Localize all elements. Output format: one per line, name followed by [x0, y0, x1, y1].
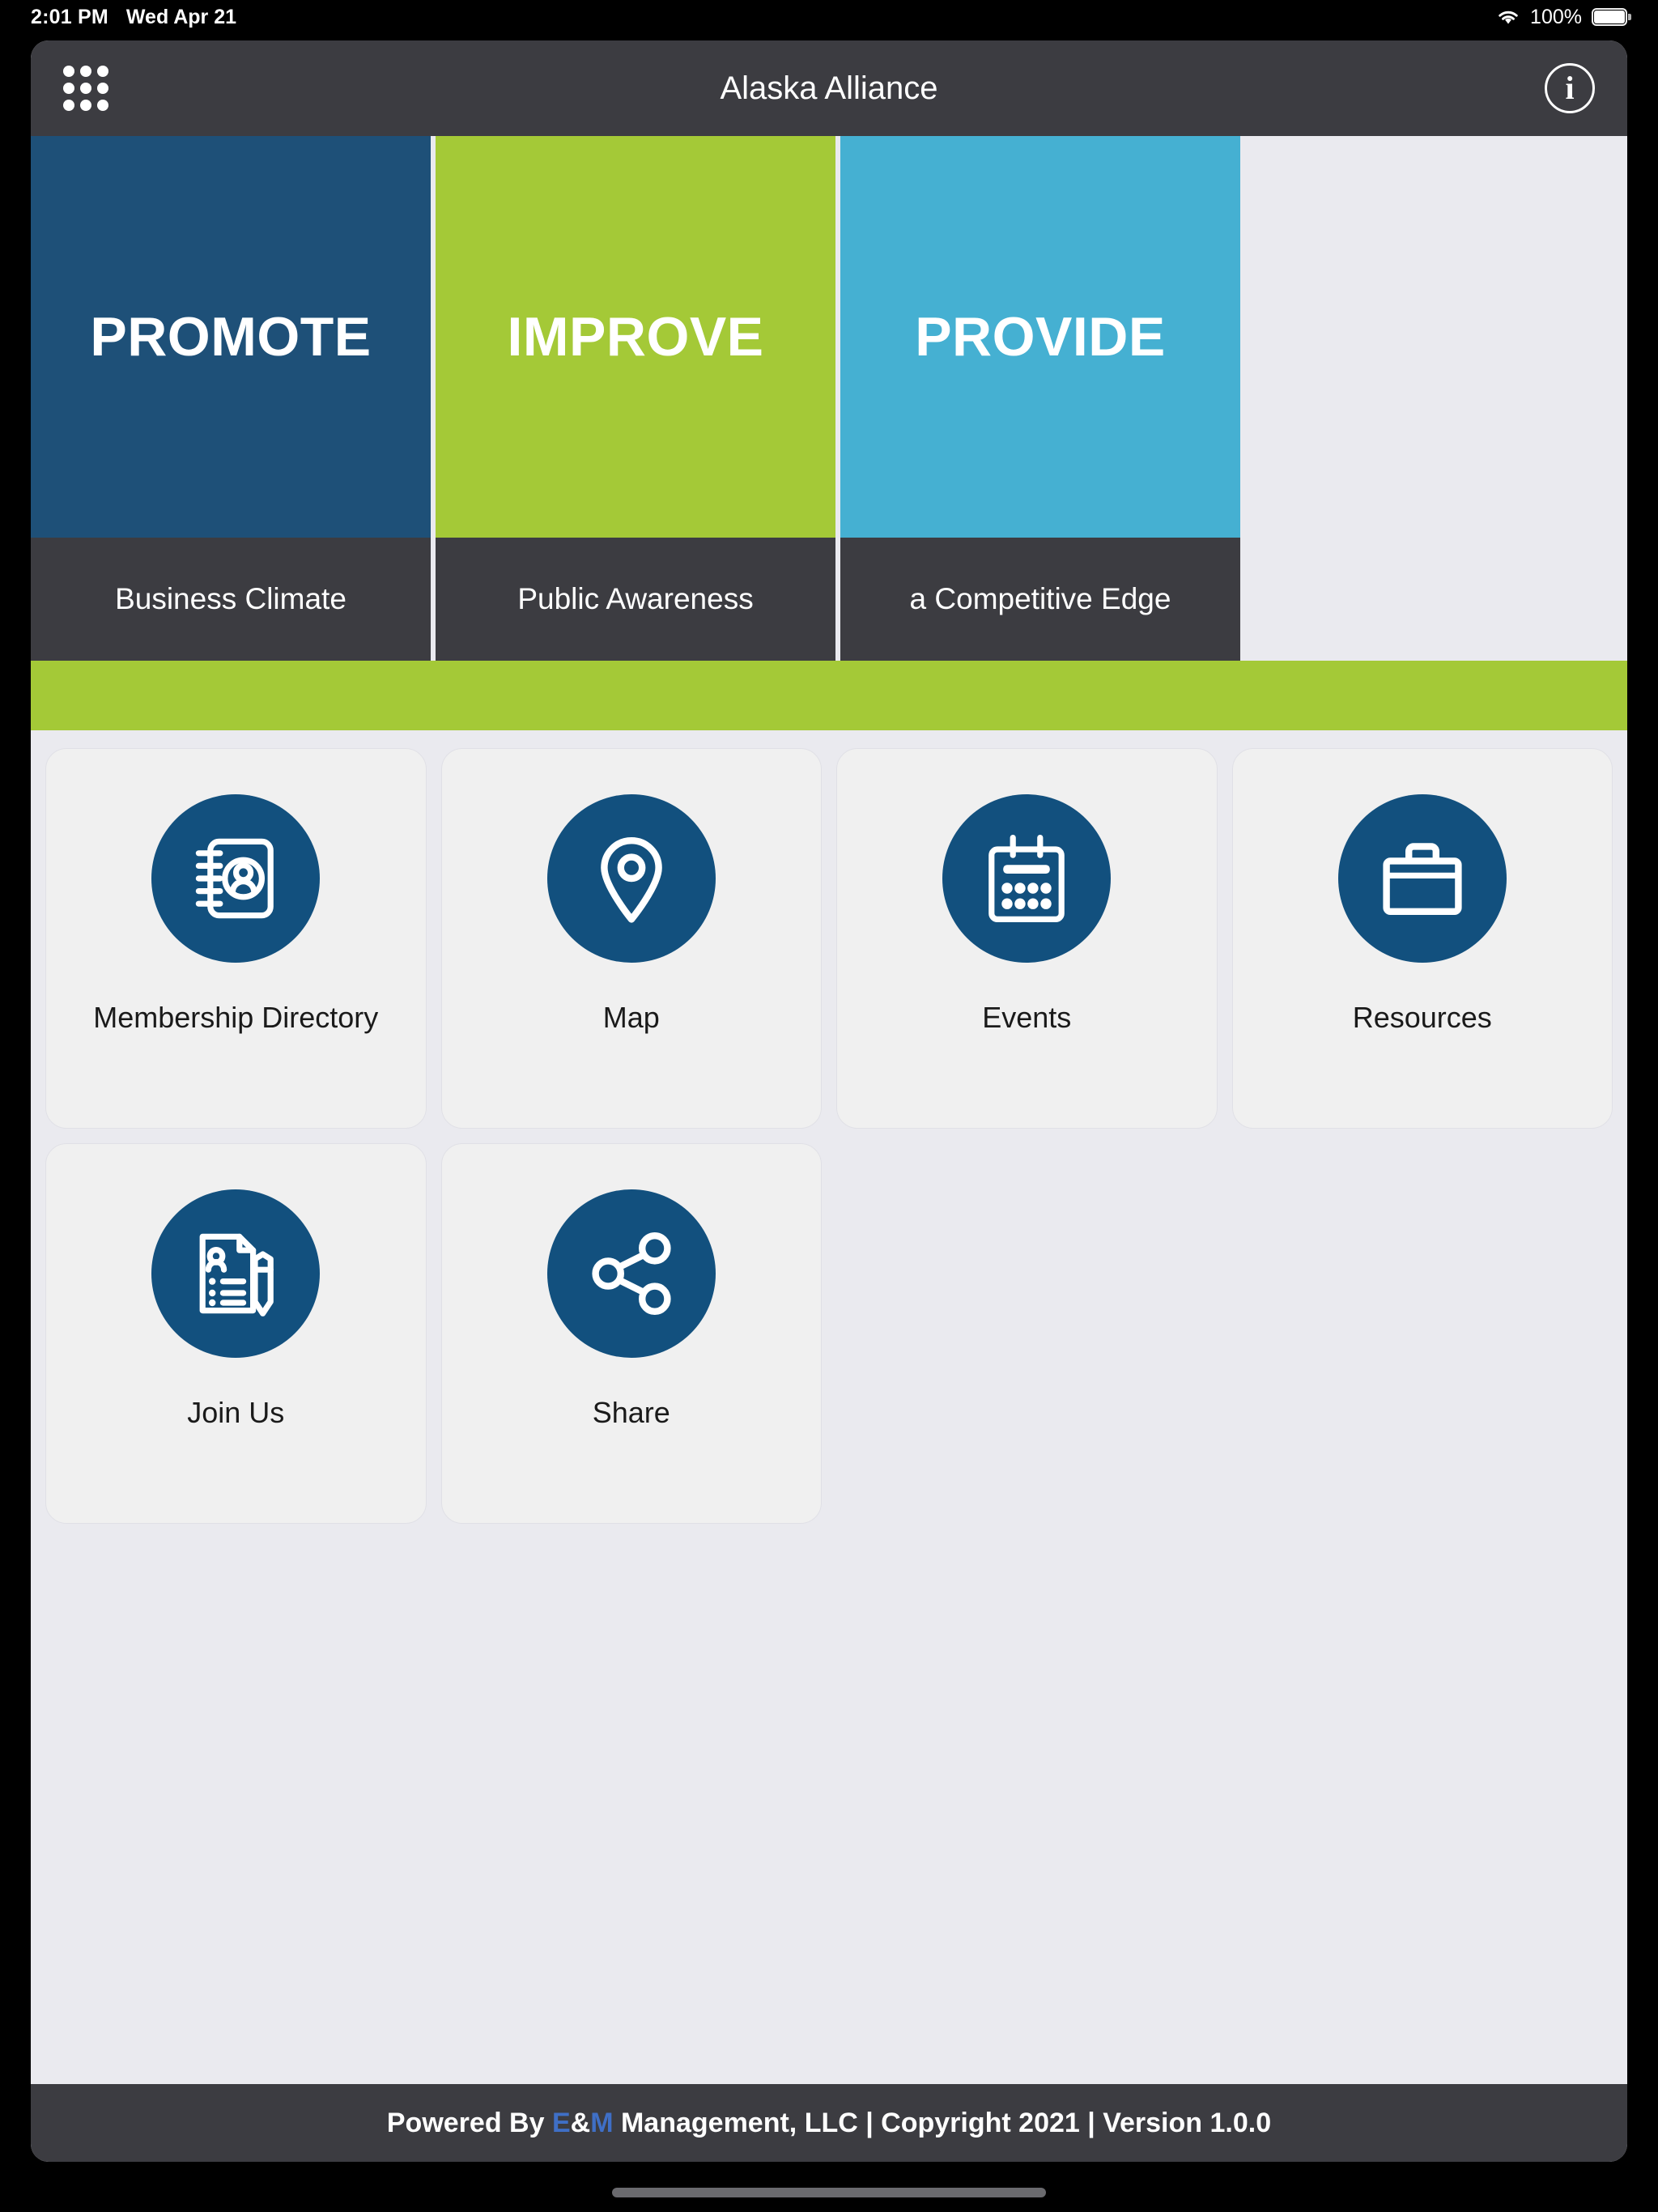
banner-promote[interactable]: PROMOTE Business Climate — [31, 136, 431, 661]
footer-credit: Powered By E&M Management, LLC | Copyrig… — [387, 2108, 1271, 2139]
banner-provide-bottom: a Competitive Edge — [840, 538, 1240, 661]
banner-provide[interactable]: PROVIDE a Competitive Edge — [840, 136, 1240, 661]
page-title: Alaska Alliance — [720, 70, 938, 106]
banner-promote-word: PROMOTE — [90, 306, 372, 368]
app-navbar: Alaska Alliance i — [31, 40, 1627, 136]
status-bar-left: 2:01 PM Wed Apr 21 — [31, 6, 236, 29]
banner-promote-top: PROMOTE — [31, 136, 431, 538]
location-pin-icon — [546, 794, 716, 963]
grid-menu-icon[interactable] — [63, 66, 108, 111]
tile-label-events: Events — [982, 1001, 1072, 1034]
tile-membership-directory[interactable]: Membership Directory — [45, 748, 427, 1129]
tile-grid: Membership Directory Map Events Resource… — [45, 748, 1613, 1524]
banner-provide-sub: a Competitive Edge — [909, 582, 1171, 615]
banner-row: PROMOTE Business Climate IMPROVE Public … — [31, 136, 1627, 661]
banner-provide-top: PROVIDE — [840, 136, 1240, 538]
footer-brand-amp: & — [570, 2107, 591, 2138]
status-bar-date: Wed Apr 21 — [125, 5, 237, 28]
home-indicator[interactable] — [612, 2188, 1046, 2197]
briefcase-icon — [1337, 794, 1507, 963]
banner-empty-space — [1245, 136, 1627, 661]
form-pencil-icon — [151, 1189, 321, 1358]
tile-share[interactable]: Share — [440, 1143, 822, 1524]
device-screen: 2:01 PM Wed Apr 21 100% Alaska Alliance … — [0, 0, 1658, 2212]
green-divider-bar — [31, 661, 1627, 730]
tile-label-share: Share — [592, 1396, 670, 1429]
calendar-icon — [942, 794, 1112, 963]
tile-label-membership-directory: Membership Directory — [93, 1001, 379, 1034]
wifi-icon — [1496, 8, 1520, 26]
tile-label-resources: Resources — [1352, 1001, 1492, 1034]
banner-promote-bottom: Business Climate — [31, 538, 431, 661]
app-footer: Powered By E&M Management, LLC | Copyrig… — [31, 2084, 1627, 2162]
status-bar-time: 2:01 PM — [31, 5, 108, 28]
tile-resources[interactable]: Resources — [1231, 748, 1613, 1129]
battery-percent-label: 100% — [1530, 5, 1582, 28]
footer-prefix: Powered By — [386, 2107, 552, 2138]
address-book-icon — [151, 794, 321, 963]
app-window: Alaska Alliance i PROMOTE Business Clima… — [31, 40, 1627, 2162]
footer-brand-e: E — [551, 2107, 571, 2138]
tile-label-map: Map — [602, 1001, 660, 1034]
banner-improve-word: IMPROVE — [507, 306, 764, 368]
footer-suffix: Management, LLC | Copyright 2021 | Versi… — [613, 2107, 1272, 2138]
tile-events[interactable]: Events — [836, 748, 1218, 1129]
battery-full-icon — [1592, 8, 1631, 26]
banner-improve[interactable]: IMPROVE Public Awareness — [436, 136, 835, 661]
banner-improve-bottom: Public Awareness — [436, 538, 835, 661]
footer-brand-m: M — [590, 2107, 614, 2138]
banner-improve-top: IMPROVE — [436, 136, 835, 538]
banner-promote-sub: Business Climate — [115, 582, 346, 615]
tile-map[interactable]: Map — [440, 748, 822, 1129]
share-nodes-icon — [546, 1189, 716, 1358]
tile-join-us[interactable]: Join Us — [45, 1143, 427, 1524]
tile-area: Membership Directory Map Events Resource… — [31, 730, 1627, 2084]
info-icon[interactable]: i — [1545, 63, 1595, 113]
ios-status-bar: 2:01 PM Wed Apr 21 100% — [0, 0, 1658, 34]
tile-label-join-us: Join Us — [187, 1396, 285, 1429]
banner-improve-sub: Public Awareness — [517, 582, 754, 615]
status-bar-right: 100% — [1496, 5, 1631, 29]
banner-provide-word: PROVIDE — [915, 306, 1166, 368]
